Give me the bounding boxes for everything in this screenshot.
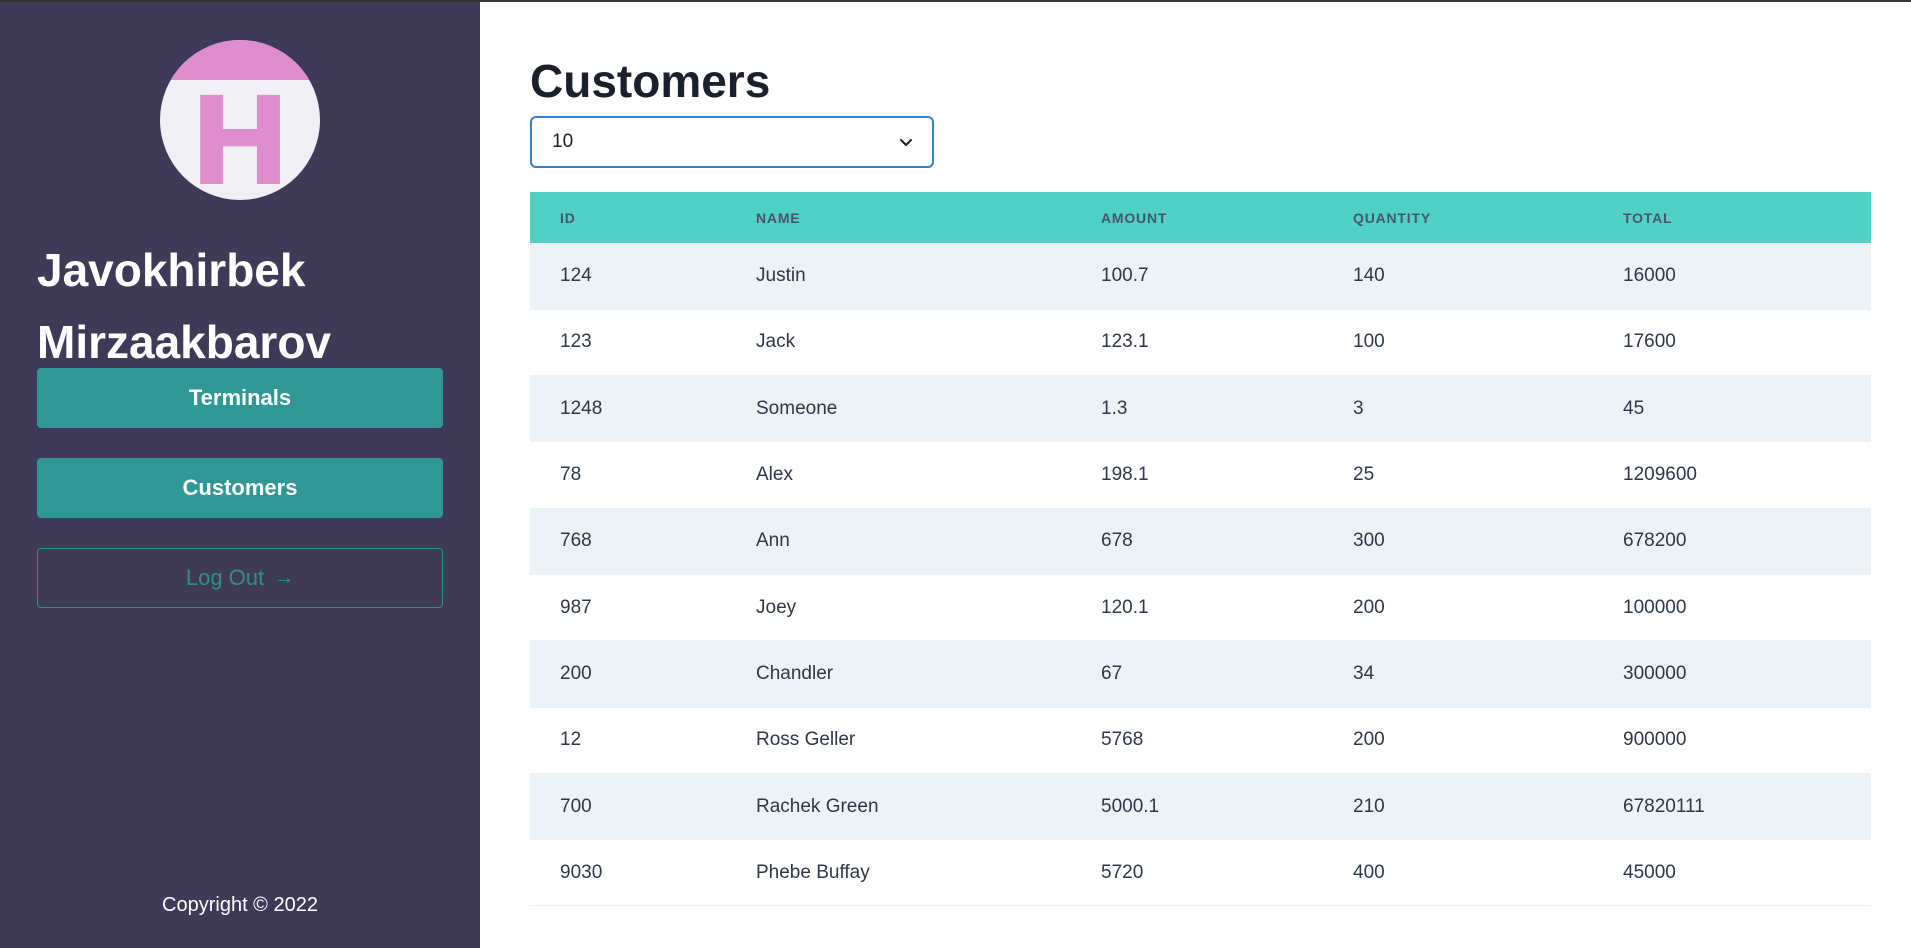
table-row[interactable]: 700 Rachek Green 5000.1 210 67820111 <box>530 773 1871 840</box>
table-cell-total: 67820111 <box>1623 795 1705 817</box>
table-cell-amount: 5768 <box>1101 729 1144 751</box>
user-name: Javokhirbek Mirzaakbarov <box>37 244 332 368</box>
table-cell-name: Jack <box>756 331 796 353</box>
table-cell-id: 1248 <box>560 397 603 419</box>
table-cell-quantity: 3 <box>1353 397 1364 419</box>
table-cell-amount: 5720 <box>1101 861 1144 883</box>
table-cell-id: 987 <box>560 596 592 618</box>
table-cell-amount: 123.1 <box>1101 331 1149 353</box>
table-cell-total: 100000 <box>1623 596 1687 618</box>
terminals-button[interactable]: Terminals <box>37 368 443 428</box>
column-header-total: TOTAL <box>1623 209 1673 226</box>
table-row[interactable]: 123 Jack 123.1 100 17600 <box>530 309 1871 376</box>
table-row[interactable]: 987 Joey 120.1 200 100000 <box>530 574 1871 641</box>
table-cell-id: 123 <box>560 331 592 353</box>
page-size-select[interactable]: 10 <box>530 116 934 168</box>
table-cell-amount: 67 <box>1101 662 1123 684</box>
table-row[interactable]: 200 Chandler 67 34 300000 <box>530 640 1871 708</box>
column-header-amount: AMOUNT <box>1101 209 1168 226</box>
table-cell-name: Ann <box>756 530 790 552</box>
table-cell-quantity: 25 <box>1353 464 1375 486</box>
table-cell-amount: 198.1 <box>1101 464 1149 486</box>
table-cell-id: 124 <box>560 264 592 286</box>
table-row[interactable]: 12 Ross Geller 5768 200 900000 <box>530 707 1871 774</box>
table-body: 124 Justin 100.7 140 16000 123 Jack 123.1 100 176… <box>530 243 1871 906</box>
table-cell-amount: 100.7 <box>1101 264 1149 286</box>
table-cell-id: 200 <box>560 662 592 684</box>
table-cell-total: 900000 <box>1623 729 1687 751</box>
table-cell-name: Alex <box>756 464 793 486</box>
table-cell-total: 45000 <box>1623 861 1676 883</box>
table-cell-amount: 5000.1 <box>1101 795 1160 817</box>
table-cell-amount: 120.1 <box>1101 596 1149 618</box>
table-cell-id: 78 <box>560 464 582 486</box>
table-header: ID NAME AMOUNT QUANTITY TOTAL <box>530 192 1871 243</box>
avatar: H <box>160 40 320 200</box>
table-cell-total: 300000 <box>1623 662 1687 684</box>
table-cell-total: 678200 <box>1623 530 1687 552</box>
table-cell-total: 17600 <box>1623 331 1676 353</box>
table-cell-quantity: 210 <box>1353 795 1385 817</box>
chevron-down-icon <box>900 139 912 146</box>
table-cell-total: 1209600 <box>1623 464 1697 486</box>
table-row[interactable]: 9030 Phebe Buffay 5720 400 45000 <box>530 839 1871 906</box>
table-cell-quantity: 34 <box>1353 662 1375 684</box>
copyright: Copyright © 2022 <box>162 894 318 916</box>
table-cell-id: 9030 <box>560 861 603 883</box>
table-cell-name: Joey <box>756 596 797 618</box>
logout-label: Log Out <box>185 565 265 590</box>
table-row[interactable]: 768 Ann 678 300 678200 <box>530 508 1871 575</box>
customers-button[interactable]: Customers <box>37 458 443 518</box>
table-header-row: ID NAME AMOUNT QUANTITY TOTAL <box>530 192 1871 243</box>
table-cell-quantity: 200 <box>1353 596 1385 618</box>
table-cell-name: Phebe Buffay <box>756 861 870 883</box>
logout-button[interactable]: Log Out → <box>37 548 443 608</box>
page-title: Customers <box>530 55 771 107</box>
page-size-value: 10 <box>552 131 574 152</box>
sidebar: H Javokhirbek Mirzaakbarov Terminals Cus… <box>0 2 480 948</box>
table-cell-amount: 1.3 <box>1101 397 1128 419</box>
main-content: Customers 10 ID NAME AMOUNT QUANTITY TOTAL 1… <box>480 2 1911 948</box>
table-cell-total: 16000 <box>1623 264 1676 286</box>
table-row[interactable]: 124 Justin 100.7 140 16000 <box>530 243 1871 310</box>
arrow-right-icon: → <box>274 566 295 589</box>
table-cell-quantity: 200 <box>1353 729 1385 751</box>
table-cell-id: 12 <box>560 729 582 751</box>
table-cell-amount: 678 <box>1101 530 1133 552</box>
table-cell-quantity: 100 <box>1353 331 1385 353</box>
table-cell-name: Someone <box>756 397 838 419</box>
column-header-name: NAME <box>756 209 801 226</box>
customers-table: ID NAME AMOUNT QUANTITY TOTAL 124 Justin 100.7… <box>530 192 1871 906</box>
table-cell-id: 700 <box>560 795 592 817</box>
table-cell-total: 45 <box>1623 397 1645 419</box>
table-cell-quantity: 300 <box>1353 530 1385 552</box>
table-row[interactable]: 78 Alex 198.1 25 1209600 <box>530 441 1871 509</box>
column-header-quantity: QUANTITY <box>1353 209 1431 226</box>
table-cell-name: Chandler <box>756 662 834 684</box>
table-cell-name: Ross Geller <box>756 729 856 751</box>
avatar-letter: H <box>188 71 292 200</box>
table-cell-id: 768 <box>560 530 592 552</box>
table-cell-quantity: 400 <box>1353 861 1385 883</box>
app: H Javokhirbek Mirzaakbarov Terminals Cus… <box>0 0 1911 948</box>
table-cell-name: Rachek Green <box>756 795 879 817</box>
table-cell-name: Justin <box>756 264 806 286</box>
table-cell-quantity: 140 <box>1353 264 1385 286</box>
table-row[interactable]: 1248 Someone 1.3 3 45 <box>530 375 1871 442</box>
column-header-id: ID <box>560 209 576 226</box>
